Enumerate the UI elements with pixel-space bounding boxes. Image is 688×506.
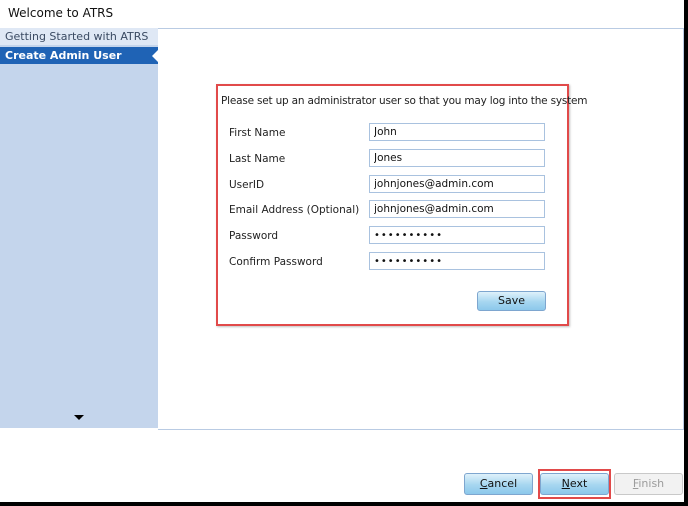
finish-button[interactable]: Finish [614,473,683,495]
last-name-input[interactable] [369,149,545,167]
finish-label: inish [638,477,665,490]
window-title: Welcome to ATRS [8,6,114,20]
first-name-input[interactable] [369,123,545,141]
next-mnemonic: N [561,477,570,490]
userid-label: UserID [229,179,265,191]
next-label: ext [569,477,588,490]
cancel-label: ancel [487,477,518,490]
cancel-mnemonic: C [479,477,488,490]
admin-user-form: Please set up an administrator user so t… [216,84,588,326]
wizard-content: Please set up an administrator user so t… [158,28,684,430]
password-input[interactable] [369,226,545,244]
confirm-password-label: Confirm Password [229,256,323,268]
confirm-password-input[interactable] [369,252,545,270]
email-input[interactable] [369,200,545,218]
save-button[interactable]: Save [477,291,546,311]
email-label: Email Address (Optional) [229,204,360,216]
last-name-label: Last Name [229,153,286,165]
userid-input[interactable] [369,175,545,193]
setup-wizard-window: Welcome to ATRS Getting Started with ATR… [0,0,684,502]
triangle-down-icon[interactable] [74,415,84,420]
first-name-label: First Name [229,127,286,139]
sidebar-item-getting-started[interactable]: Getting Started with ATRS [0,28,158,45]
wizard-sidebar: Getting Started with ATRS Create Admin U… [0,28,159,428]
sidebar-item-create-admin-user[interactable]: Create Admin User [0,47,158,64]
cancel-button[interactable]: Cancel [464,473,533,495]
password-label: Password [229,230,279,242]
form-intro: Please set up an administrator user so t… [221,95,588,107]
next-button[interactable]: Next [540,473,609,495]
